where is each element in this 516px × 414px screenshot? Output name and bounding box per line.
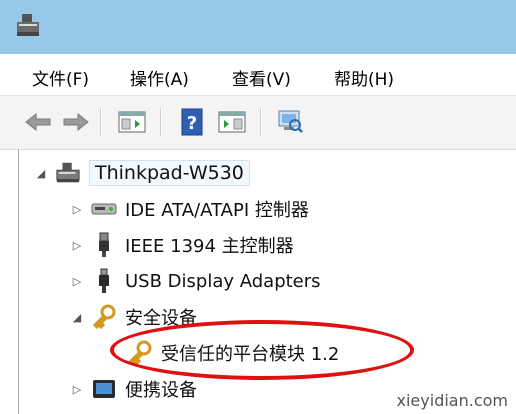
tree-item-portable-devices[interactable]: ▷ 便携设备	[69, 372, 197, 406]
computer-icon	[55, 160, 81, 186]
highlight-ellipse	[110, 320, 414, 380]
menu-file[interactable]: 文件(F)	[32, 65, 89, 90]
forward-arrow-icon	[63, 112, 89, 132]
ide-controller-icon	[91, 196, 117, 222]
expand-arrow-icon[interactable]: ▷	[69, 201, 85, 217]
menu-bar: 文件(F) 操作(A) 查看(V) 帮助(H)	[0, 54, 516, 96]
back-button[interactable]	[22, 106, 54, 138]
title-bar	[0, 0, 516, 54]
tree-item-label: IDE ATA/ATAPI 控制器	[125, 200, 309, 221]
menu-view[interactable]: 查看(V)	[232, 65, 291, 90]
security-key-icon	[91, 304, 117, 330]
show-action-pane-button[interactable]	[216, 106, 248, 138]
toolbar: ?	[0, 96, 516, 150]
action-pane-icon	[218, 111, 246, 133]
console-tree-icon	[118, 111, 146, 133]
watermark: xieyidian.com	[396, 391, 508, 410]
toolbar-separator	[260, 108, 262, 136]
tree-item-label: IEEE 1394 主控制器	[125, 236, 294, 257]
usb-plug-icon	[91, 268, 117, 294]
tree-item-label: USB Display Adapters	[125, 270, 321, 292]
tree-item-ide-controller[interactable]: ▷ IDE ATA/ATAPI 控制器	[69, 192, 309, 226]
tree-item-label: 便携设备	[125, 380, 197, 401]
show-hide-console-tree-button[interactable]	[116, 106, 148, 138]
collapse-arrow-icon[interactable]: ◢	[33, 165, 49, 181]
tree-item-usb-display[interactable]: ▷ USB Display Adapters	[69, 264, 321, 298]
toolbar-separator	[160, 108, 162, 136]
toolbar-separator	[100, 108, 102, 136]
forward-button[interactable]	[60, 106, 92, 138]
tree-item-ieee1394[interactable]: ▷ IEEE 1394 主控制器	[69, 228, 294, 262]
expand-arrow-icon[interactable]: ▷	[69, 273, 85, 289]
firewire-icon	[91, 232, 117, 258]
menu-help[interactable]: 帮助(H)	[334, 65, 394, 90]
back-arrow-icon	[25, 112, 51, 132]
portable-device-icon	[91, 376, 117, 402]
scan-hardware-icon	[278, 110, 303, 133]
menu-action[interactable]: 操作(A)	[130, 65, 189, 90]
help-question-icon: ?	[181, 108, 203, 136]
help-button[interactable]: ?	[176, 106, 208, 138]
tree-root-item[interactable]: ◢ Thinkpad-W530	[33, 156, 250, 190]
svg-text:?: ?	[187, 113, 197, 134]
scan-hardware-button[interactable]	[274, 106, 306, 138]
device-manager-window: 文件(F) 操作(A) 查看(V) 帮助(H) ? ◢ Thinkpad-W53…	[0, 0, 516, 414]
collapse-arrow-icon[interactable]: ◢	[69, 309, 85, 325]
device-manager-app-icon	[14, 12, 42, 40]
expand-arrow-icon[interactable]: ▷	[69, 237, 85, 253]
expand-arrow-icon[interactable]: ▷	[69, 381, 85, 397]
tree-root-label: Thinkpad-W530	[89, 160, 250, 186]
